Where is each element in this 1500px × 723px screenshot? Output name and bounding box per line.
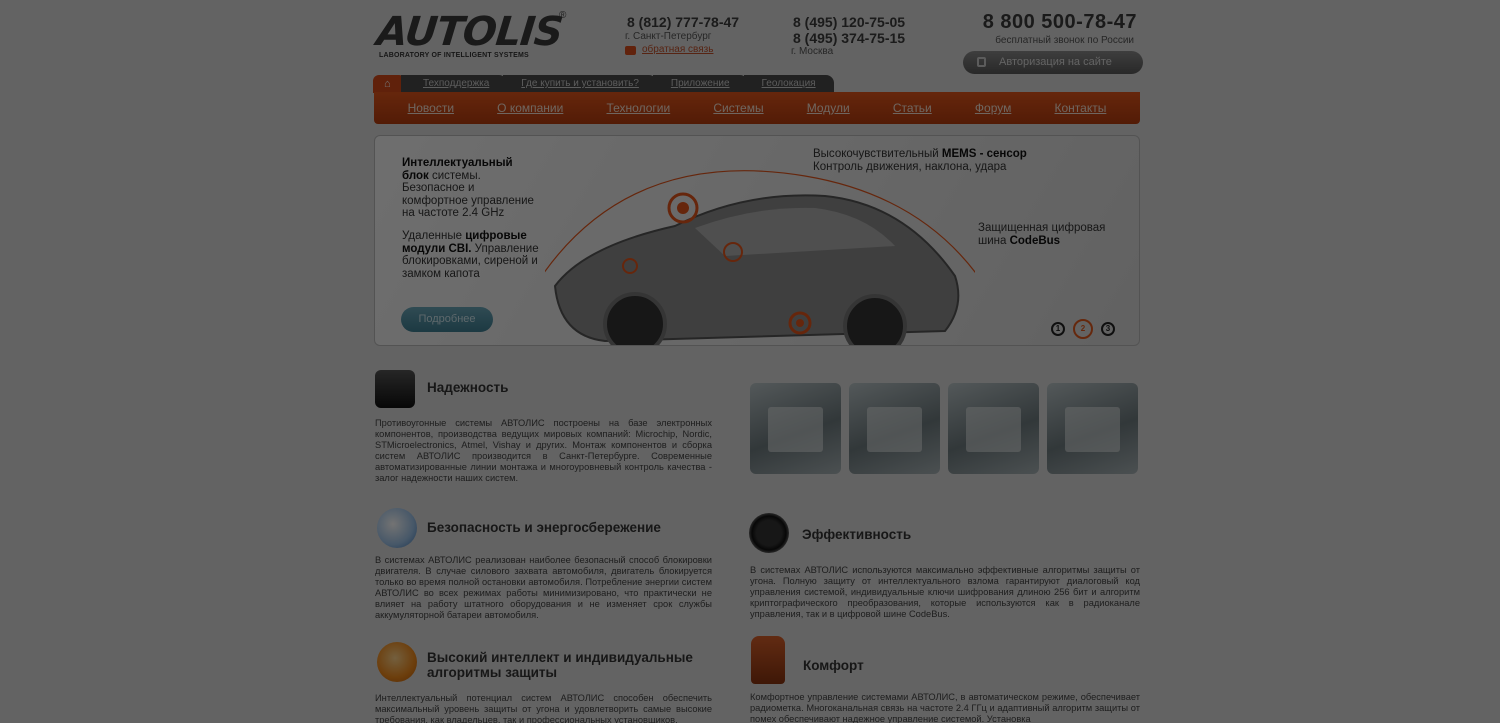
efficiency-title: Эффективность xyxy=(802,527,912,542)
banner-bus-pre: шина xyxy=(978,234,1010,247)
gallery-thumb-2[interactable] xyxy=(849,383,940,474)
page: AUTOLIS ® LABORATORY OF INTELLIGENT SYST… xyxy=(373,0,1143,723)
login-button[interactable]: Авторизация на сайте xyxy=(963,51,1143,74)
login-button-label: Авторизация на сайте xyxy=(999,56,1112,68)
energy-icon xyxy=(377,508,417,548)
reliability-text: Противоугонные системы АВТОЛИС построены… xyxy=(375,418,712,483)
chair-icon xyxy=(751,636,785,684)
banner-block-codebus: Защищенная цифровая шина CodeBus xyxy=(978,222,1128,247)
efficiency-text: В системах АВТОЛИС используются максимал… xyxy=(750,565,1140,619)
safety-text: В системах АВТОЛИС реализован наиболее б… xyxy=(375,555,712,620)
menu-item-about[interactable]: О компании xyxy=(497,101,563,115)
main-menu: Новости О компании Технологии Системы Мо… xyxy=(374,92,1140,124)
tab-geolocation[interactable]: Геолокация xyxy=(743,75,834,93)
logo-registered-mark: ® xyxy=(559,10,567,21)
banner-bus-bold: CodeBus xyxy=(1009,234,1061,247)
slide-pagination: 1 2 3 xyxy=(1051,319,1115,339)
banner-mems-bold: MEMS - сенсор xyxy=(941,148,1027,160)
tab-where-to-buy[interactable]: Где купить и установить? xyxy=(503,75,657,93)
menu-item-modules[interactable]: Модули xyxy=(807,101,850,115)
lock-icon xyxy=(977,57,986,67)
logo-tagline: LABORATORY OF INTELLIGENT SYSTEMS xyxy=(379,52,529,59)
banner-mems-pre: Высокочувствительный xyxy=(813,148,942,160)
lightbulb-icon xyxy=(377,642,417,682)
msk-phone-1: 8 (495) 120-75-05 xyxy=(793,14,906,30)
free-call-note: бесплатный звонок по России xyxy=(995,35,1134,46)
tab-support[interactable]: Техподдержка xyxy=(401,75,508,93)
comfort-text: Комфортное управление системами АВТОЛИС,… xyxy=(750,692,1140,723)
gallery-thumb-3[interactable] xyxy=(948,383,1039,474)
comfort-title: Комфорт xyxy=(803,658,864,673)
car-illustration xyxy=(545,170,975,345)
menu-item-systems[interactable]: Системы xyxy=(713,101,763,115)
autolis-logo[interactable]: AUTOLIS ® LABORATORY OF INTELLIGENT SYST… xyxy=(374,9,567,65)
free-phone: 8 800 500-78-47 xyxy=(982,11,1137,33)
slide-dot-3[interactable]: 3 xyxy=(1101,322,1115,336)
home-icon: ⌂ xyxy=(384,78,391,90)
intellect-text: Интеллектуальный потенциал систем АВТОЛИ… xyxy=(375,693,712,723)
intellect-title: Высокий интеллект и индивидуальные алгор… xyxy=(427,650,693,680)
menu-item-forum[interactable]: Форум xyxy=(975,101,1011,115)
menu-item-contacts[interactable]: Контакты xyxy=(1055,101,1107,115)
spb-phone: 8 (812) 777-78-47 xyxy=(627,14,740,30)
msk-phone-2: 8 (495) 374-75-15 xyxy=(793,30,906,46)
gallery-thumb-4[interactable] xyxy=(1047,383,1138,474)
logo-wordmark: AUTOLIS xyxy=(374,9,565,55)
menu-item-articles[interactable]: Статьи xyxy=(893,101,932,115)
tab-application[interactable]: Приложение xyxy=(652,75,748,93)
menu-item-technologies[interactable]: Технологии xyxy=(606,101,670,115)
slide-dot-2[interactable]: 2 xyxy=(1073,319,1093,339)
menu-item-news[interactable]: Новости xyxy=(408,101,454,115)
gauge-icon xyxy=(749,513,789,553)
spb-city: г. Санкт-Петербург xyxy=(625,31,712,42)
banner-block-intellectual: Интеллектуальный блок системы. Безопасно… xyxy=(402,157,542,220)
safe-icon xyxy=(375,370,415,408)
feedback-icon[interactable] xyxy=(625,46,636,55)
safety-title: Безопасность и энергосбережение xyxy=(427,520,661,535)
slide-dot-1[interactable]: 1 xyxy=(1051,322,1065,336)
promo-banner: Интеллектуальный блок системы. Безопасно… xyxy=(374,135,1140,346)
reliability-title: Надежность xyxy=(427,380,509,395)
msk-city: г. Москва xyxy=(791,46,834,57)
gallery-thumb-1[interactable] xyxy=(750,383,841,474)
top-tabs: ⌂ Техподдержка Где купить и установить? … xyxy=(373,75,834,93)
banner-bus-line1: Защищенная цифровая xyxy=(978,222,1106,234)
production-gallery xyxy=(750,383,1138,474)
banner-block-cbi-pre: Удаленные xyxy=(402,230,466,242)
banner-block-cbi: Удаленные цифровые модули CBI. Управлени… xyxy=(402,230,542,280)
feedback-link[interactable]: обратная связь xyxy=(642,44,713,55)
more-button[interactable]: Подробнее xyxy=(401,307,493,332)
